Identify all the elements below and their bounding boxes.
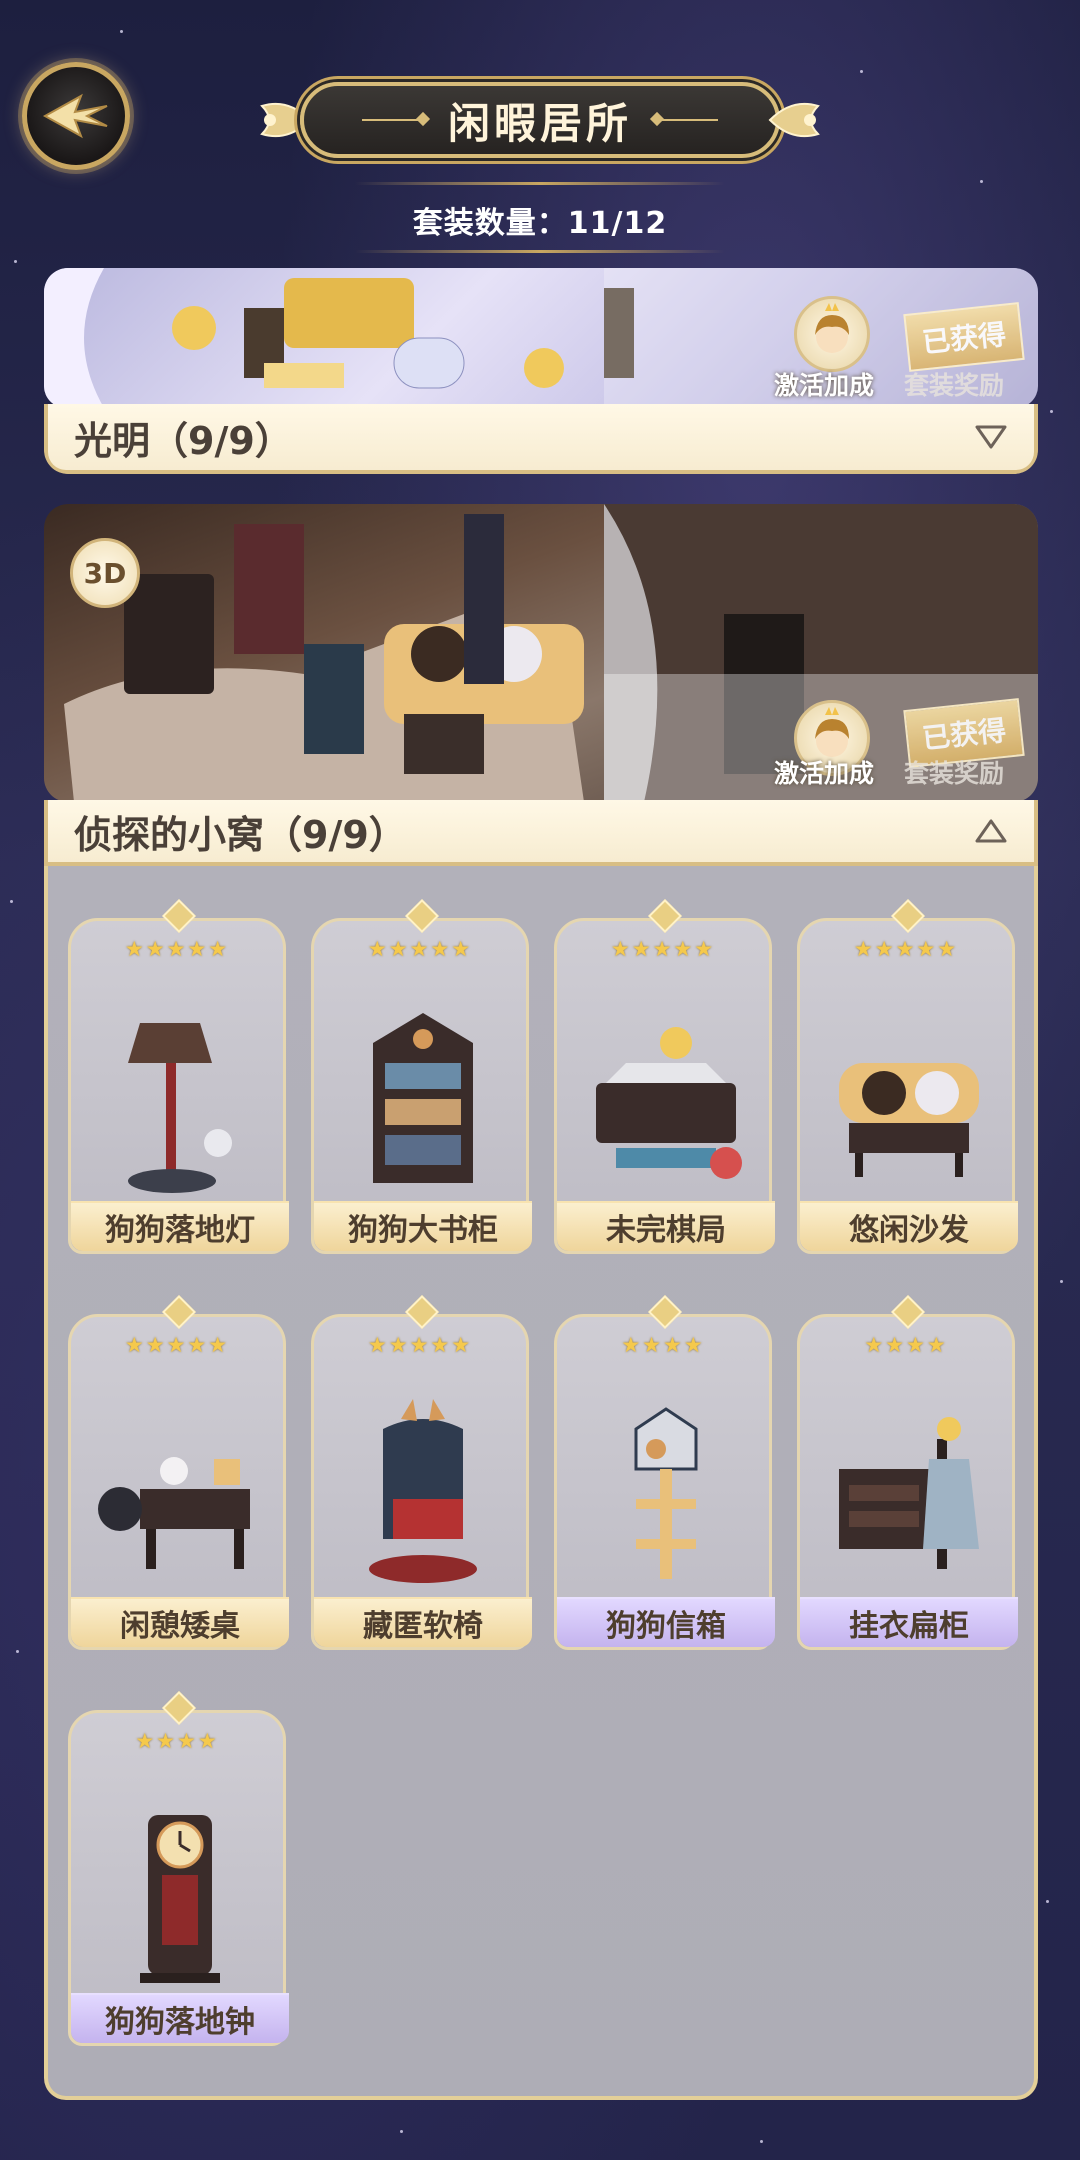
set-preview-image <box>44 504 1038 802</box>
page-title: 闲暇居所 <box>447 98 632 148</box>
set-reward-label: 套装奖励 <box>904 759 1005 788</box>
item-stars: ★★★★★ <box>853 937 959 961</box>
low-table-icon <box>98 1457 250 1569</box>
suit-count: 套装数量：11/12 <box>412 206 668 241</box>
bookshelf-icon <box>373 1013 473 1183</box>
item-card[interactable]: ★★★★★ 未完棋局 <box>554 892 775 1254</box>
count-rule-top <box>355 182 725 185</box>
item-card-frame: ★★★★ 狗狗落地钟 <box>68 1710 289 2046</box>
item-card-frame: ★★★★★ 悠闲沙发 <box>797 918 1018 1254</box>
item-card-frame: ★★★★★ 藏匿软椅 <box>311 1314 532 1650</box>
item-stars: ★★★★★ <box>367 1333 473 1357</box>
set-card-guangming[interactable]: 激活加成 已获得 套装奖励 光明（9/9） <box>44 268 1038 474</box>
grandfather-clock-icon <box>140 1815 220 1983</box>
character-face-icon <box>815 303 849 353</box>
item-stars: ★★★★★ <box>610 937 716 961</box>
item-card-frame: ★★★★ 狗狗信箱 <box>554 1314 775 1650</box>
item-name: 挂衣扁柜 <box>800 1597 1018 1647</box>
item-name: 狗狗大书柜 <box>314 1201 532 1251</box>
item-name: 藏匿软椅 <box>314 1597 532 1647</box>
item-name: 狗狗落地灯 <box>71 1201 289 1251</box>
item-card-frame: ★★★★ 挂衣扁柜 <box>797 1314 1018 1650</box>
avatar-badge <box>794 296 870 372</box>
set-name: 光明（9/9） <box>74 418 293 463</box>
activate-bonus-label: 激活加成 <box>774 371 875 400</box>
set-header-bar[interactable]: 光明（9/9） <box>44 404 1038 474</box>
item-stars: ★★★★ <box>621 1333 705 1357</box>
item-card[interactable]: ★★★★ 狗狗信箱 <box>554 1288 775 1650</box>
count-rule-bottom <box>355 250 725 253</box>
3d-view-button[interactable]: 3D <box>70 538 140 608</box>
item-card-frame: ★★★★★ 狗狗落地灯 <box>68 918 289 1254</box>
item-name: 狗狗信箱 <box>557 1597 775 1647</box>
item-card[interactable]: ★★★★★ 闲憩矮桌 <box>68 1288 289 1650</box>
obtained-badge: 已获得 <box>903 302 1025 372</box>
item-card-frame: ★★★★★ 闲憩矮桌 <box>68 1314 289 1650</box>
title-wing-right-icon <box>768 102 820 138</box>
sofa-icon <box>839 1063 979 1177</box>
wardrobe-icon <box>839 1417 979 1569</box>
floor-lamp-icon <box>128 1023 232 1193</box>
back-button[interactable] <box>22 62 130 170</box>
item-card[interactable]: ★★★★★ 藏匿软椅 <box>311 1288 532 1650</box>
page-title-plate: 闲暇居所 <box>300 82 780 158</box>
mailbox-icon <box>634 1407 698 1579</box>
item-name: 狗狗落地钟 <box>71 1993 289 2043</box>
item-stars: ★★★★★ <box>367 937 473 961</box>
activate-bonus-label: 激活加成 <box>774 759 875 788</box>
item-card[interactable]: ★★★★ 挂衣扁柜 <box>797 1288 1018 1650</box>
set-reward-label: 套装奖励 <box>904 371 1005 400</box>
item-stars: ★★★★★ <box>124 937 230 961</box>
back-arrow-icon <box>42 93 108 139</box>
item-card-frame: ★★★★★ 狗狗大书柜 <box>311 918 532 1254</box>
item-card-frame: ★★★★★ 未完棋局 <box>554 918 775 1254</box>
set-name: 侦探的小窝（9/9） <box>74 812 407 857</box>
title-divider-right <box>658 119 718 121</box>
item-name: 闲憩矮桌 <box>71 1597 289 1647</box>
item-stars: ★★★★ <box>135 1729 219 1753</box>
item-card[interactable]: ★★★★★ 悠闲沙发 <box>797 892 1018 1254</box>
item-card[interactable]: ★★★★★ 狗狗落地灯 <box>68 892 289 1254</box>
item-name: 未完棋局 <box>557 1201 775 1251</box>
set-preview-image <box>44 268 1038 408</box>
armchair-icon <box>369 1399 477 1583</box>
set-card-detective[interactable]: 3D 激活加成 已获得 套装奖励 侦探的小窝（9/9） <box>44 504 1038 866</box>
item-card[interactable]: ★★★★ 狗狗落地钟 <box>68 1684 289 2046</box>
item-stars: ★★★★★ <box>124 1333 230 1357</box>
chess-table-icon <box>596 1027 742 1179</box>
collapse-chevron-up-icon[interactable] <box>974 816 1008 846</box>
title-divider-left <box>361 119 422 121</box>
item-stars: ★★★★ <box>864 1333 948 1357</box>
expand-chevron-down-icon[interactable] <box>974 422 1008 452</box>
item-name: 悠闲沙发 <box>800 1201 1018 1251</box>
item-card[interactable]: ★★★★★ 狗狗大书柜 <box>311 892 532 1254</box>
set-header-bar[interactable]: 侦探的小窝（9/9） <box>44 800 1038 866</box>
